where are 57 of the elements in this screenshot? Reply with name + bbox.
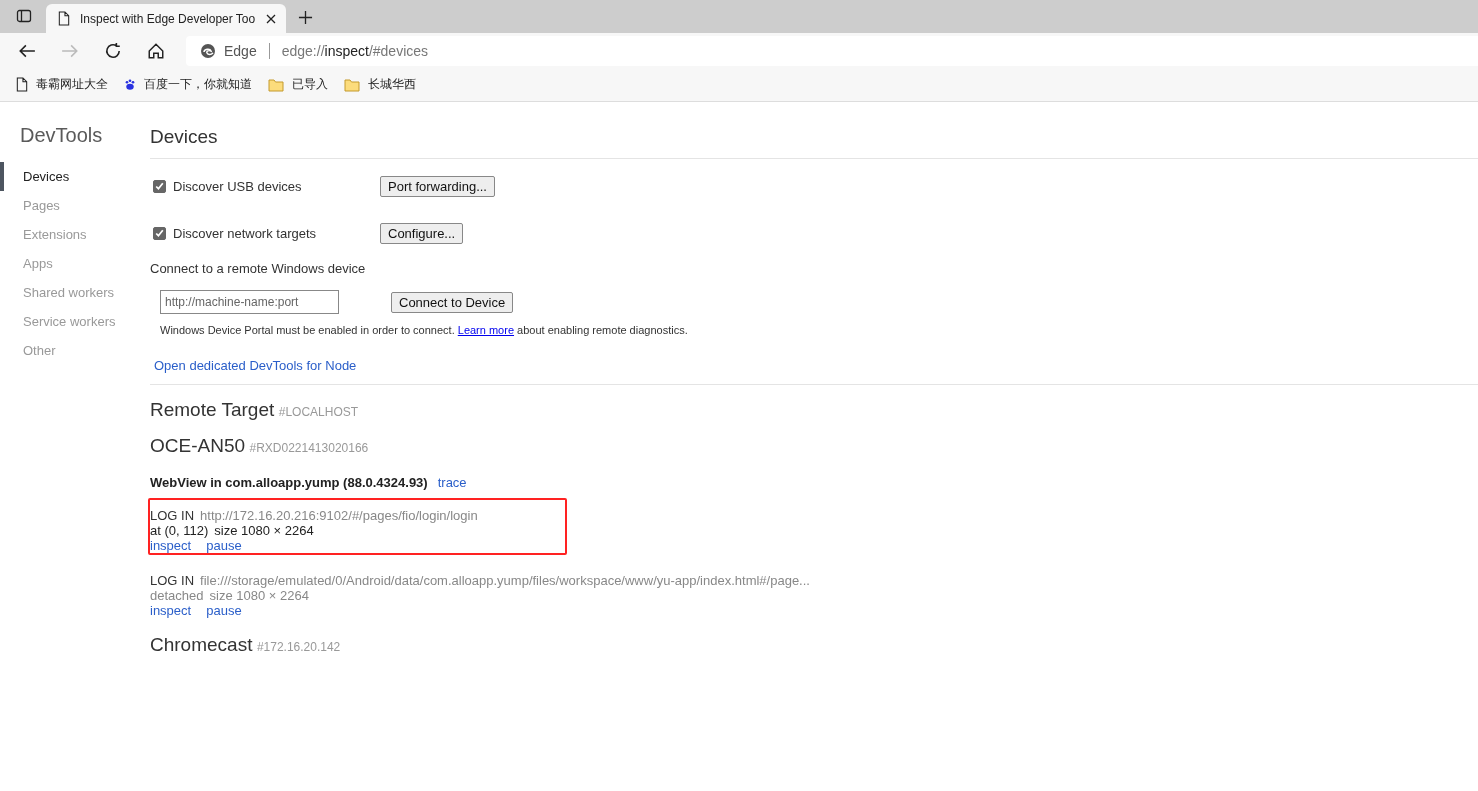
browser-name: WebView in com.alloapp.yump (88.0.4324.93) xyxy=(150,475,428,490)
page-icon xyxy=(58,11,70,26)
device-id: #172.16.20.142 xyxy=(256,640,341,654)
page-url: http://172.16.20.216:9102/#/pages/fio/login/login xyxy=(200,508,478,523)
sidebar-item[interactable]: Devices xyxy=(0,162,150,191)
folder-icon xyxy=(344,77,360,92)
page-action-link[interactable]: inspect xyxy=(150,538,192,553)
browser-tab[interactable]: Inspect with Edge Developer Too xyxy=(46,4,286,33)
url-text: edge://inspect/#devices xyxy=(281,42,429,59)
option-button[interactable]: Configure... xyxy=(380,223,464,244)
page-size: size 1080 × 2264 xyxy=(209,588,309,603)
paw-icon xyxy=(124,77,136,92)
section-label: Connect to a remote Windows device xyxy=(150,261,367,276)
node-devtools-link[interactable]: Open dedicated DevTools for Node xyxy=(154,358,357,373)
address-input-field[interactable]: http://machine-name:port xyxy=(160,290,339,314)
home-icon[interactable] xyxy=(147,41,165,60)
checkbox[interactable] xyxy=(153,180,166,193)
device-id: #LOCALHOST xyxy=(278,405,359,419)
learn-more-link[interactable]: Learn more xyxy=(457,324,515,336)
connect-button[interactable]: Connect to Device xyxy=(391,291,514,313)
page-action-link[interactable]: pause xyxy=(206,538,242,553)
page-url: file:///storage/emulated/0/Android/data/com.alloapp.yump/files/workspace/www/yu-app/index.html#/page... xyxy=(200,573,810,588)
device-name: Remote Target xyxy=(150,399,275,420)
bookmark-item[interactable]: 毒霸网址大全 xyxy=(16,76,108,93)
new-tab-icon[interactable] xyxy=(298,10,313,25)
page-size: size 1080 × 2264 xyxy=(214,523,314,538)
page-position: at (0, 112) xyxy=(150,523,209,538)
device-name: Chromecast xyxy=(150,634,253,655)
checkmark-icon xyxy=(154,181,165,192)
page-name: LOG IN xyxy=(150,573,195,588)
checkmark-icon xyxy=(154,228,165,239)
page-position: detached xyxy=(150,588,204,603)
help-text: Windows Device Portal must be enabled in order to connect. Learn more about enabling remote diagnostics. xyxy=(160,324,689,336)
page-action-link[interactable]: pause xyxy=(206,603,242,618)
bookmark-item[interactable]: 百度一下，你就知道 xyxy=(124,76,252,93)
site-label: Edge xyxy=(224,42,257,59)
device-id: #RXD0221413020166 xyxy=(249,441,369,455)
folder-icon xyxy=(268,77,284,92)
checkbox-label: Discover USB devices xyxy=(173,179,302,194)
trace-link[interactable]: trace xyxy=(437,475,467,490)
page-icon xyxy=(16,77,28,92)
option-button[interactable]: Port forwarding... xyxy=(380,176,495,197)
tab-title: Inspect with Edge Developer Too xyxy=(80,11,256,26)
close-icon[interactable] xyxy=(266,13,276,24)
refresh-icon[interactable] xyxy=(104,41,122,60)
device-name: OCE-AN50 xyxy=(150,435,246,456)
tab-actions-icon[interactable] xyxy=(16,8,32,24)
checkbox-label: Discover network targets xyxy=(173,226,317,241)
bookmark-item[interactable]: 已导入 xyxy=(268,76,328,93)
page-title: Devices xyxy=(150,126,1478,159)
bookmark-item[interactable]: 长城华西 xyxy=(344,76,416,93)
page-action-link[interactable]: inspect xyxy=(150,603,192,618)
page-name: LOG IN xyxy=(150,508,195,523)
checkbox[interactable] xyxy=(153,227,166,240)
edge-logo-icon xyxy=(200,42,216,59)
sidebar-title: DevTools xyxy=(20,124,104,147)
address-bar[interactable]: Edge edge://inspect/#devices xyxy=(186,35,1478,66)
